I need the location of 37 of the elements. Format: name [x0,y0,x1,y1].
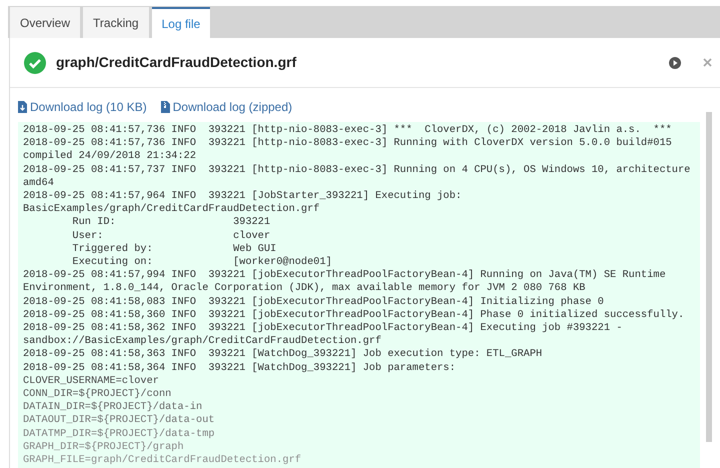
log-line: 2018-09-25 08:41:57,737 INFO 393221 [http-nio-8083-exec-3] Running on 4 CPU(s), OS Windows 10, architecture [23,164,690,177]
tab[interactable]: Log file [152,7,210,38]
log-line: amd64 [23,176,54,190]
log-line: Environment, 1.8.0_144, Oracle Corporation (JDK), max available memory for JVM 2 080 768 KB [23,282,586,296]
log-line: compiled 24/09/2018 21:34:22 [23,150,196,164]
log-line: 2018-09-25 08:41:57,964 INFO 393221 [JobStarter_393221] Executing job: [23,190,462,204]
log-line: DATATMP_DIR=${PROJECT}/data-tmp [23,428,215,441]
log-line: 2018-09-25 08:41:58,083 INFO 393221 [jobExecutorThreadPoolFactoryBean-4] Initializing phase 0 [23,296,604,309]
log-line: DATAOUT_DIR=${PROJECT}/data-out [23,414,215,428]
log-line: Triggered by: Web GUI [71,242,276,256]
log-line: Executing on: [worker0@node01] [71,256,332,270]
log-line: 2018-09-25 08:41:58,363 INFO 393221 [WatchDog_393221] Job execution type: ETL_GRAPH [23,348,542,362]
download-link[interactable]: Download log (zipped) [160,98,292,116]
log-line: 2018-09-25 08:41:57,994 INFO 393221 [jobExecutorThreadPoolFactoryBean-4] Running on Java(TM) SE Runtime [23,269,666,282]
log-line: GRAPH_DIR=${PROJECT}/graph [23,440,184,454]
download-link[interactable]: Download log (10 KB) [18,98,147,116]
log-line: CLOVER_USERNAME=clover [23,374,159,388]
close-icon[interactable] [703,58,712,67]
log-line: DATAIN_DIR=${PROJECT}/data-in [23,401,202,414]
log-line: 2018-09-25 08:41:57,736 INFO 393221 [http-nio-8083-exec-3] *** CloverDX, (c) 2002-2018 Javlin a.s. *** [23,124,672,138]
tab[interactable]: Tracking [83,7,149,38]
log-line: 2018-09-25 08:41:58,360 INFO 393221 [jobExecutorThreadPoolFactoryBean-4] Phase 0 initialized successfully. [23,308,684,322]
log-line: User: clover [71,230,270,243]
log-line: sandbox://BasicExamples/graph/CreditCardFraudDetection.grf [23,335,382,348]
scrollbar[interactable] [706,112,712,442]
play-icon[interactable] [669,56,681,68]
log-line: CONN_DIR=${PROJECT}/conn [23,388,172,402]
log-line: 2018-09-25 08:41:58,364 INFO 393221 [WatchDog_393221] Job parameters: [23,362,456,375]
log-line: Run ID: 393221 [71,216,270,230]
log-line: 2018-09-25 08:41:57,736 INFO 393221 [http-nio-8083-exec-3] Running with CloverDX version 5.0.0 build#015 [23,137,672,150]
tab[interactable]: Overview [10,7,80,38]
log-line: BasicExamples/graph/CreditCardFraudDetection.grf [23,203,320,216]
download-file-icon [18,101,27,113]
log-line: 2018-09-25 08:41:58,362 INFO 393221 [jobExecutorThreadPoolFactoryBean-4] Executing job #393221 - [23,322,622,336]
job-title: graph/CreditCardFraudDetection.grf [56,53,296,72]
zip-file-icon [160,101,170,113]
log-line: GRAPH_FILE=graph/CreditCardFraudDetection.grf [23,454,302,468]
